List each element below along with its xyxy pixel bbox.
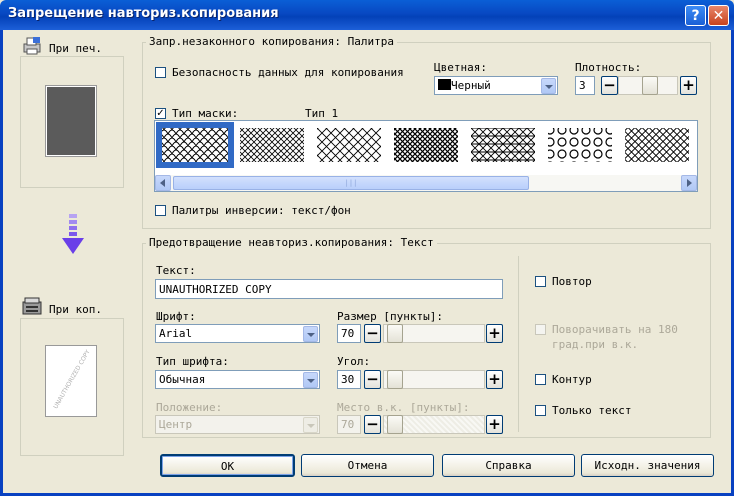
angle-slider-thumb[interactable]	[387, 370, 403, 389]
angle-minus-button[interactable]: −	[364, 370, 381, 389]
help-title-button[interactable]: ?	[685, 5, 706, 26]
inverse-label: Палитры инверсии: текст/фон	[172, 204, 351, 217]
inverse-checkbox[interactable]	[155, 205, 166, 216]
size-minus-button[interactable]: −	[364, 324, 381, 343]
density-label: Плотность:	[575, 61, 642, 74]
position-label: Положение:	[156, 401, 223, 414]
color-select[interactable]: Черный	[434, 76, 558, 95]
chevron-down-icon[interactable]	[541, 78, 556, 94]
pattern-item[interactable]	[313, 124, 387, 168]
chevron-down-icon[interactable]	[303, 326, 318, 342]
size-slider-thumb[interactable]	[387, 324, 403, 343]
mask-checkbox[interactable]: ✓	[155, 108, 166, 119]
arrow-down-icon	[62, 214, 84, 258]
pattern-item[interactable]	[390, 124, 464, 168]
rotate-label-line2: град.при в.к.	[552, 338, 639, 351]
copy-preview-page: UNAUTHORIZED COPY	[45, 345, 97, 417]
rotate-checkbox[interactable]	[535, 324, 546, 335]
pattern-item[interactable]	[621, 124, 695, 168]
size-input[interactable]: 70	[337, 324, 361, 343]
size-plus-button[interactable]: +	[486, 324, 503, 343]
chevron-down-icon[interactable]	[303, 417, 318, 433]
chevron-down-icon[interactable]	[303, 372, 318, 388]
text-group-title: Предотвращение неавториз.копирования: Те…	[146, 236, 437, 249]
angle-label: Угол:	[337, 355, 371, 368]
scroll-thumb[interactable]: |||	[173, 176, 529, 190]
preview-watermark: UNAUTHORIZED COPY	[52, 348, 92, 411]
rotate-label: Поворачивать на 180	[552, 323, 678, 336]
pattern-item[interactable]	[467, 124, 541, 168]
density-input[interactable]: 3	[575, 76, 595, 95]
color-swatch	[438, 79, 451, 90]
font-label: Шрифт:	[156, 310, 196, 323]
pattern-item[interactable]	[544, 124, 618, 168]
font-select[interactable]: Arial	[155, 324, 320, 343]
outline-checkbox[interactable]	[535, 374, 546, 385]
print-label: При печ.	[49, 42, 102, 55]
position-select[interactable]: Центр	[155, 415, 320, 434]
scroll-left-button[interactable]	[155, 175, 171, 191]
outline-label: Контур	[552, 373, 592, 386]
angle-input[interactable]: 30	[337, 370, 361, 389]
mask-type-value: Тип 1	[305, 107, 339, 120]
help-button[interactable]: Справка	[442, 454, 575, 477]
ok-button[interactable]: OK	[160, 454, 295, 477]
place-slider-thumb[interactable]	[387, 415, 403, 434]
place-plus-button[interactable]: +	[486, 415, 503, 434]
text-only-checkbox[interactable]	[535, 405, 546, 416]
pattern-item[interactable]	[236, 124, 310, 168]
security-label: Безопасность данных для копирования	[172, 66, 404, 79]
pattern-item[interactable]	[156, 122, 234, 168]
density-plus-button[interactable]: +	[680, 76, 697, 95]
place-minus-button[interactable]: −	[364, 415, 381, 434]
text-only-label: Только текст	[552, 404, 632, 417]
repeat-checkbox[interactable]	[535, 276, 546, 287]
mask-type-label: Тип маски:	[172, 107, 239, 120]
defaults-button[interactable]: Исходн. значения	[581, 454, 714, 477]
font-value: Arial	[159, 327, 193, 340]
color-label: Цветная:	[434, 61, 487, 74]
text-label: Текст:	[156, 264, 196, 277]
style-label: Тип шрифта:	[156, 355, 229, 368]
cancel-button[interactable]: Отмена	[301, 454, 434, 477]
place-label: Место в.к. [пункты]:	[337, 401, 470, 414]
copier-icon	[22, 296, 42, 316]
repeat-label: Повтор	[552, 275, 592, 288]
place-input[interactable]: 70	[337, 415, 361, 434]
close-icon[interactable]: ✕	[708, 5, 729, 26]
window-title: Запрещение навториз.копирования	[8, 6, 279, 21]
palette-group-title: Запр.незаконного копирования: Палитра	[146, 35, 398, 48]
position-value: Центр	[159, 418, 193, 431]
copy-label: При коп.	[49, 303, 102, 316]
style-value: Обычная	[159, 373, 206, 386]
printer-icon	[22, 36, 42, 56]
divider	[518, 256, 519, 432]
color-value: Черный	[451, 79, 491, 92]
security-checkbox[interactable]	[155, 67, 166, 78]
style-select[interactable]: Обычная	[155, 370, 320, 389]
text-input[interactable]: UNAUTHORIZED COPY	[155, 279, 503, 299]
density-slider-thumb[interactable]	[642, 76, 658, 95]
density-minus-button[interactable]: −	[601, 76, 618, 95]
angle-plus-button[interactable]: +	[486, 370, 503, 389]
scroll-right-button[interactable]	[681, 175, 697, 191]
size-label: Размер [пункты]:	[337, 310, 443, 323]
print-preview-page	[45, 85, 97, 157]
